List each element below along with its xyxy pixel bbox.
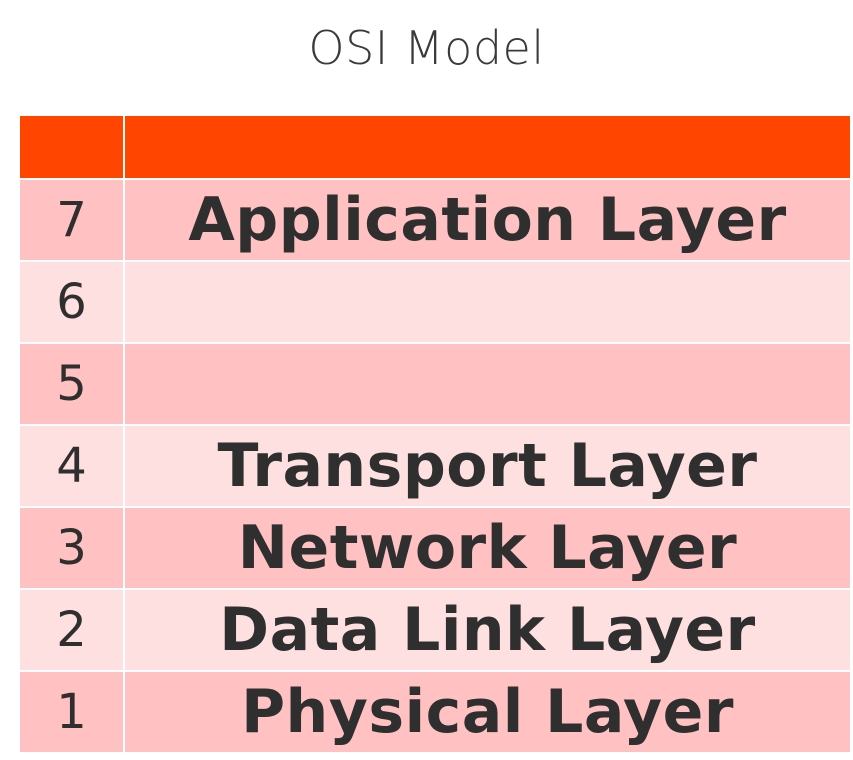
layer-number-1: 1: [20, 672, 123, 752]
header-name-cell: [125, 116, 850, 178]
layer-number-7: 7: [20, 180, 123, 260]
layer-number-2: 2: [20, 590, 123, 670]
layer-name-7: Application Layer: [125, 180, 850, 260]
layer-number-3: 3: [20, 508, 123, 588]
diagram-title: OSI Model: [308, 21, 545, 75]
layer-name-1: Physical Layer: [125, 672, 850, 752]
layer-name-5: [125, 344, 850, 424]
layer-name-3: Network Layer: [125, 508, 850, 588]
layer-number-6: 6: [20, 262, 123, 342]
layer-number-4: 4: [20, 426, 123, 506]
header-number-cell: [20, 116, 123, 178]
osi-layer-table: 7 Application Layer 6 5 4 Transport Laye…: [20, 116, 850, 752]
layer-number-5: 5: [20, 344, 123, 424]
layer-name-2: Data Link Layer: [125, 590, 850, 670]
layer-name-6: [125, 262, 850, 342]
layer-name-4: Transport Layer: [125, 426, 850, 506]
